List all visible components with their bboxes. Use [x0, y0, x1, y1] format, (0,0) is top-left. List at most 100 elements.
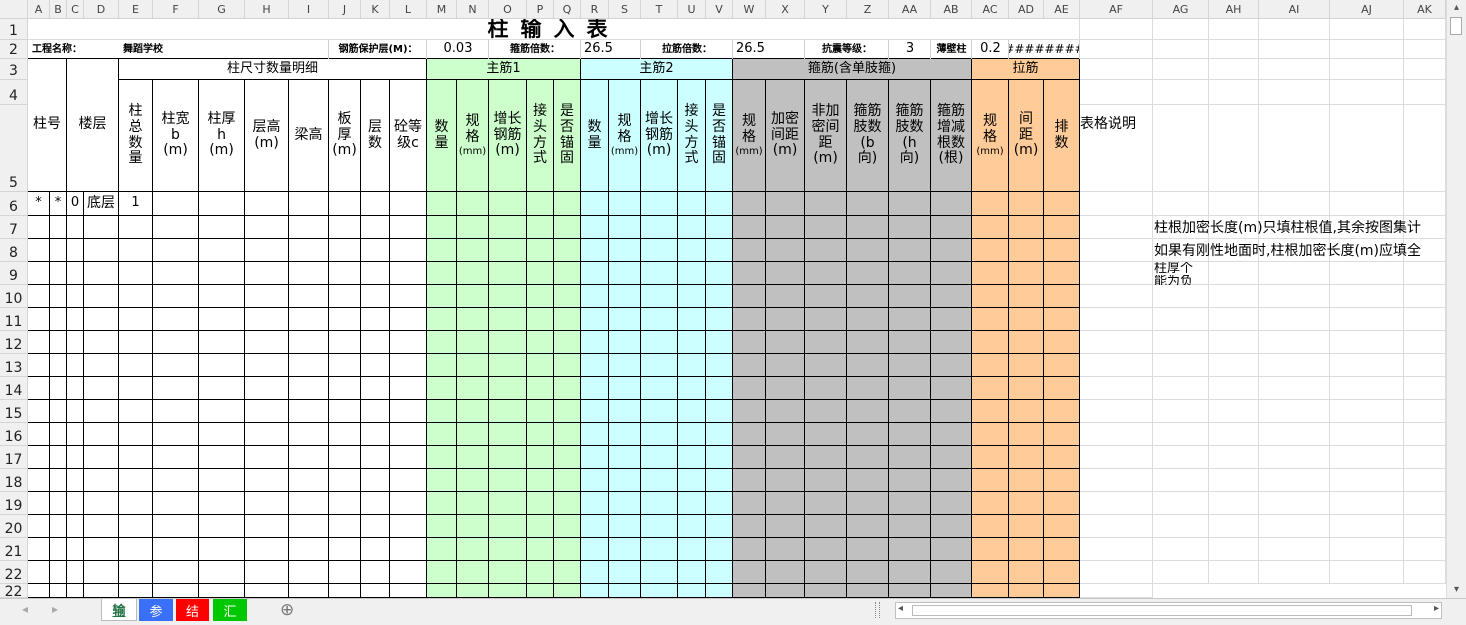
- cell[interactable]: [390, 354, 427, 377]
- cell[interactable]: [581, 561, 609, 584]
- cell[interactable]: [766, 216, 805, 239]
- cell[interactable]: [1259, 561, 1330, 584]
- cell[interactable]: [1259, 469, 1330, 492]
- cell[interactable]: [1080, 561, 1153, 584]
- cell[interactable]: [1080, 262, 1153, 285]
- cell[interactable]: [889, 239, 931, 262]
- next-sheet-icon[interactable]: ▸: [52, 602, 58, 616]
- cell[interactable]: [427, 192, 457, 216]
- cell[interactable]: [489, 331, 527, 354]
- cell[interactable]: [1153, 561, 1209, 584]
- column-header[interactable]: Z: [847, 0, 889, 19]
- cell[interactable]: [972, 423, 1009, 446]
- cell[interactable]: [641, 492, 678, 515]
- cell[interactable]: [245, 377, 289, 400]
- cell[interactable]: [1080, 515, 1153, 538]
- cell[interactable]: [289, 538, 329, 561]
- cell[interactable]: [1330, 59, 1404, 80]
- cell[interactable]: [329, 469, 361, 492]
- cell[interactable]: [1153, 192, 1209, 216]
- cell[interactable]: [931, 515, 972, 538]
- cell[interactable]: [1404, 377, 1446, 400]
- cell[interactable]: [1404, 19, 1446, 40]
- header-st-spec[interactable]: 规 格 (mm): [733, 80, 766, 192]
- cell[interactable]: [84, 515, 119, 538]
- cell[interactable]: [889, 262, 931, 285]
- cell[interactable]: [554, 354, 581, 377]
- cell[interactable]: [554, 239, 581, 262]
- cell[interactable]: [554, 561, 581, 584]
- cell[interactable]: [805, 192, 847, 216]
- cell[interactable]: [329, 354, 361, 377]
- cell[interactable]: [1209, 40, 1259, 59]
- stirrup-mult-value[interactable]: 26.5: [581, 40, 641, 59]
- cell[interactable]: [245, 239, 289, 262]
- column-header[interactable]: E: [119, 0, 153, 19]
- column-header[interactable]: N: [457, 0, 489, 19]
- cell[interactable]: [527, 216, 554, 239]
- cell[interactable]: [766, 584, 805, 598]
- cell[interactable]: [931, 262, 972, 285]
- row-header[interactable]: 17: [0, 446, 28, 469]
- cell[interactable]: [1009, 285, 1044, 308]
- cell[interactable]: [641, 515, 678, 538]
- sheet-tab-input[interactable]: 输: [101, 599, 137, 621]
- cell[interactable]: [1044, 285, 1080, 308]
- cell[interactable]: [805, 469, 847, 492]
- cell[interactable]: [847, 538, 889, 561]
- cell[interactable]: [766, 377, 805, 400]
- cell[interactable]: [67, 423, 84, 446]
- cell[interactable]: [1330, 469, 1404, 492]
- cell[interactable]: [889, 285, 931, 308]
- group-main2[interactable]: 主筋2: [581, 59, 733, 80]
- cell[interactable]: [1153, 80, 1209, 105]
- project-value[interactable]: 舞蹈学校: [119, 40, 329, 59]
- cell[interactable]: [581, 216, 609, 239]
- cell[interactable]: [678, 285, 706, 308]
- cell[interactable]: [1044, 469, 1080, 492]
- column-header[interactable]: B: [50, 0, 67, 19]
- cell[interactable]: [1259, 538, 1330, 561]
- cell[interactable]: [1330, 538, 1404, 561]
- cell[interactable]: [1080, 377, 1153, 400]
- cell[interactable]: [805, 216, 847, 239]
- cell[interactable]: [289, 262, 329, 285]
- row-header[interactable]: 15: [0, 400, 28, 423]
- cell[interactable]: [766, 400, 805, 423]
- header-st-adjust[interactable]: 箍筋 增减 根数 (根): [931, 80, 972, 192]
- cell[interactable]: [199, 538, 245, 561]
- cell[interactable]: [733, 262, 766, 285]
- cell[interactable]: [199, 561, 245, 584]
- cell[interactable]: [1009, 469, 1044, 492]
- cell[interactable]: [119, 584, 153, 598]
- cell[interactable]: [84, 538, 119, 561]
- cell-a5[interactable]: *: [28, 192, 50, 216]
- cell[interactable]: [889, 469, 931, 492]
- cell[interactable]: [361, 354, 390, 377]
- column-header[interactable]: I: [289, 0, 329, 19]
- cell[interactable]: [1404, 105, 1446, 192]
- column-header[interactable]: AE: [1044, 0, 1080, 19]
- cell[interactable]: [329, 584, 361, 598]
- sheet-tab-result[interactable]: 结: [176, 599, 209, 621]
- cell[interactable]: [489, 446, 527, 469]
- cell[interactable]: [427, 285, 457, 308]
- cell[interactable]: [489, 492, 527, 515]
- cell[interactable]: [889, 308, 931, 331]
- cell[interactable]: [581, 469, 609, 492]
- cell[interactable]: [245, 216, 289, 239]
- cell[interactable]: [489, 515, 527, 538]
- cell[interactable]: [527, 561, 554, 584]
- cell[interactable]: [1153, 492, 1209, 515]
- cell[interactable]: [972, 584, 1009, 598]
- cell[interactable]: [972, 515, 1009, 538]
- cell[interactable]: [805, 584, 847, 598]
- cell[interactable]: [527, 285, 554, 308]
- cell[interactable]: [84, 584, 119, 598]
- cell[interactable]: [427, 538, 457, 561]
- cell[interactable]: [581, 331, 609, 354]
- cell[interactable]: [489, 262, 527, 285]
- cell[interactable]: [1044, 538, 1080, 561]
- cell[interactable]: [153, 538, 199, 561]
- cell[interactable]: [153, 561, 199, 584]
